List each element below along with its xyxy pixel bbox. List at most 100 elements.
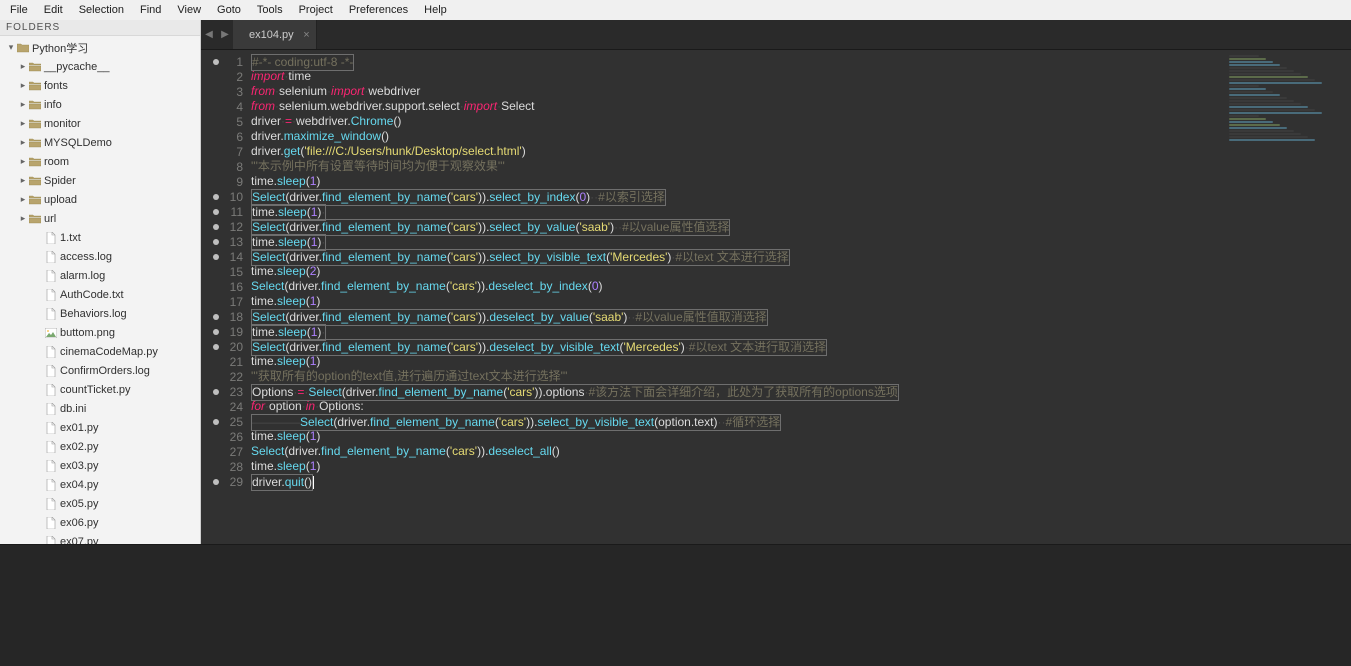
menu-tools[interactable]: Tools [249, 0, 291, 20]
tree-folder[interactable]: ▸fonts [2, 76, 200, 95]
menu-goto[interactable]: Goto [209, 0, 249, 20]
code-line[interactable]: Options·=·Select(driver.find_element_by_… [249, 384, 1351, 399]
tree-file[interactable]: alarm.log [2, 266, 200, 285]
line-number: 29 [230, 475, 243, 489]
file-icon [44, 517, 58, 529]
tree-item-label: MYSQLDemo [44, 137, 112, 149]
tree-folder[interactable]: ▸monitor [2, 114, 200, 133]
code-line[interactable]: time.sleep(1)· [249, 324, 1351, 339]
gutter-line: 10 [201, 189, 249, 204]
tree-item-label: __pycache__ [44, 61, 109, 73]
folder-open-icon [16, 43, 30, 53]
code-line[interactable]: ————Select(driver.find_element_by_name('… [249, 414, 1351, 429]
tree-file[interactable]: ex03.py [2, 456, 200, 475]
line-number: 23 [230, 385, 243, 399]
code-line[interactable]: time.sleep(1) [249, 354, 1351, 369]
menu-find[interactable]: Find [132, 0, 169, 20]
tree-file[interactable]: countTicket.py [2, 380, 200, 399]
folder-icon [28, 81, 42, 91]
tab-nav-back-icon[interactable]: ◀ [201, 20, 217, 49]
tab-close-icon[interactable]: × [303, 29, 309, 41]
tab-nav-fwd-icon[interactable]: ▶ [217, 20, 233, 49]
tree-folder[interactable]: ▸MYSQLDemo [2, 133, 200, 152]
file-icon [44, 232, 58, 244]
file-icon [44, 251, 58, 263]
code-line[interactable]: Select(driver.find_element_by_name('cars… [249, 279, 1351, 294]
main-area: FOLDERS ▾Python学习▸__pycache__▸fonts▸info… [0, 20, 1351, 544]
tree-folder[interactable]: ▸room [2, 152, 200, 171]
gutter-line: 29 [201, 474, 249, 489]
tree-file[interactable]: ConfirmOrders.log [2, 361, 200, 380]
line-number: 20 [230, 340, 243, 354]
tab-active[interactable]: ex104.py × [233, 20, 317, 49]
line-number: 19 [230, 325, 243, 339]
code-line[interactable]: Select(driver.find_element_by_name('cars… [249, 219, 1351, 234]
code-line[interactable]: time.sleep(1) [249, 294, 1351, 309]
code-line[interactable]: from·selenium.webdriver.support.select·i… [249, 99, 1351, 114]
code-line[interactable]: time.sleep(1) [249, 459, 1351, 474]
tree-file[interactable]: db.ini [2, 399, 200, 418]
disclosure-arrow-icon: ▸ [18, 156, 28, 167]
tree-file[interactable]: ex04.py [2, 475, 200, 494]
code-line[interactable]: Select(driver.find_element_by_name('cars… [249, 189, 1351, 204]
code-line[interactable]: driver.quit() [249, 474, 1351, 489]
code-line[interactable]: from·selenium·import·webdriver [249, 84, 1351, 99]
file-icon [44, 536, 58, 545]
code-line[interactable]: time.sleep(1)· [249, 234, 1351, 249]
menu-view[interactable]: View [169, 0, 209, 20]
code-viewport[interactable]: 1234567891011121314151617181920212223242… [201, 50, 1351, 544]
code-line[interactable]: time.sleep(1)· [249, 204, 1351, 219]
code-line[interactable]: for·option·in·Options: [249, 399, 1351, 414]
tree-file[interactable]: access.log [2, 247, 200, 266]
code-line[interactable]: Select(driver.find_element_by_name('cars… [249, 444, 1351, 459]
menu-file[interactable]: File [2, 0, 36, 20]
tree-file[interactable]: Behaviors.log [2, 304, 200, 323]
gutter-line: 20 [201, 339, 249, 354]
line-number: 8 [236, 160, 243, 174]
tree-folder[interactable]: ▸__pycache__ [2, 57, 200, 76]
code-line[interactable]: time.sleep(1) [249, 429, 1351, 444]
line-number: 5 [236, 115, 243, 129]
code-line[interactable]: driver.maximize_window() [249, 129, 1351, 144]
code-line[interactable]: driver·=·webdriver.Chrome() [249, 114, 1351, 129]
code-line[interactable]: Select(driver.find_element_by_name('cars… [249, 309, 1351, 324]
menu-preferences[interactable]: Preferences [341, 0, 416, 20]
tree-folder[interactable]: ▸info [2, 95, 200, 114]
code-line[interactable]: '''本示例中所有设置等待时间均为便于观察效果''' [249, 159, 1351, 174]
code-line[interactable]: driver.get('file:///C:/Users/hunk/Deskto… [249, 144, 1351, 159]
code-line[interactable]: Select(driver.find_element_by_name('cars… [249, 249, 1351, 264]
gutter-line: 24 [201, 399, 249, 414]
tree-folder[interactable]: ▸url [2, 209, 200, 228]
code-line[interactable]: time.sleep(2) [249, 264, 1351, 279]
code-line[interactable]: time.sleep(1) [249, 174, 1351, 189]
tree-file[interactable]: buttom.png [2, 323, 200, 342]
tree-item-label: alarm.log [60, 270, 105, 282]
code-line[interactable]: '''获取所有的option的text值,进行遍历通过text文本进行选择''' [249, 369, 1351, 384]
code-area[interactable]: #-*- coding:utf-8 -*-import·timefrom·sel… [249, 50, 1351, 544]
tree-item-label: ConfirmOrders.log [60, 365, 150, 377]
tree-item-label: fonts [44, 80, 68, 92]
tree-file[interactable]: ex02.py [2, 437, 200, 456]
menu-help[interactable]: Help [416, 0, 455, 20]
tree-folder[interactable]: ▸Spider [2, 171, 200, 190]
tree-file[interactable]: ex01.py [2, 418, 200, 437]
modified-dot-icon [213, 329, 219, 335]
tree-folder[interactable]: ▸upload [2, 190, 200, 209]
menu-edit[interactable]: Edit [36, 0, 71, 20]
modified-dot-icon [213, 209, 219, 215]
line-number: 25 [230, 415, 243, 429]
tree-file[interactable]: AuthCode.txt [2, 285, 200, 304]
code-line[interactable]: #-*- coding:utf-8 -*- [249, 54, 1351, 69]
tree-root[interactable]: ▾Python学习 [2, 38, 200, 57]
tree-item-label: cinemaCodeMap.py [60, 346, 158, 358]
menu-selection[interactable]: Selection [71, 0, 132, 20]
gutter-line: 1 [201, 54, 249, 69]
code-line[interactable]: Select(driver.find_element_by_name('cars… [249, 339, 1351, 354]
code-line[interactable]: import·time [249, 69, 1351, 84]
tree-file[interactable]: 1.txt [2, 228, 200, 247]
tree-file[interactable]: ex06.py [2, 513, 200, 532]
tree-file[interactable]: ex07.py [2, 532, 200, 544]
tree-file[interactable]: ex05.py [2, 494, 200, 513]
tree-file[interactable]: cinemaCodeMap.py [2, 342, 200, 361]
menu-project[interactable]: Project [291, 0, 341, 20]
